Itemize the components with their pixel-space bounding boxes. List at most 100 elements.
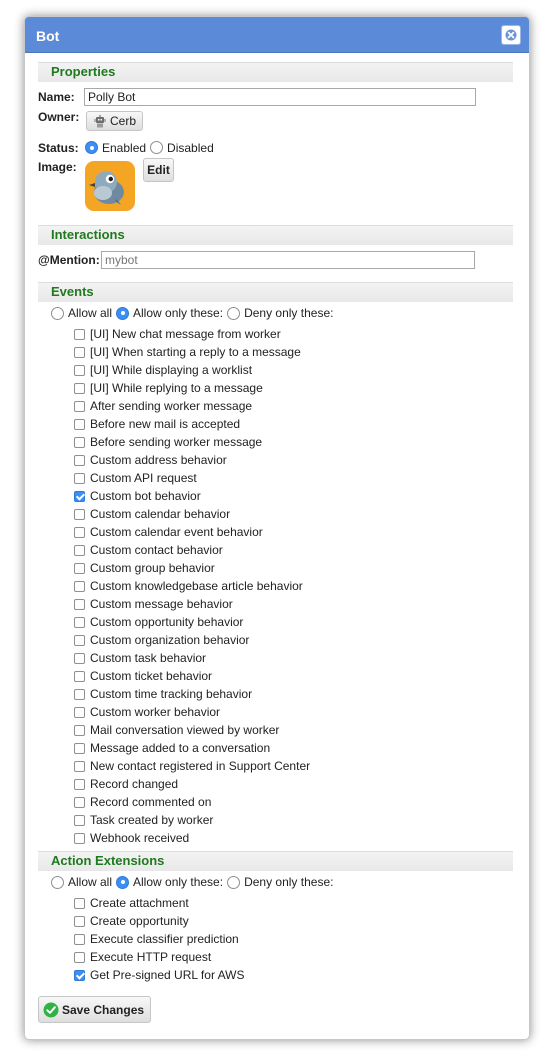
- event-checkbox[interactable]: [74, 652, 85, 664]
- event-checkbox[interactable]: [74, 346, 85, 358]
- interactions-header: Interactions: [38, 225, 513, 245]
- event-item[interactable]: Before sending worker message: [38, 433, 513, 451]
- event-checkbox[interactable]: [74, 760, 85, 772]
- event-item[interactable]: Custom worker behavior: [38, 703, 513, 721]
- event-item[interactable]: [UI] When starting a reply to a message: [38, 343, 513, 361]
- event-checkbox[interactable]: [74, 490, 85, 502]
- actions-deny-only-radio[interactable]: [227, 875, 241, 889]
- event-checkbox[interactable]: [74, 562, 85, 574]
- interactions-heading: Interactions: [51, 227, 125, 242]
- status-enabled-radio[interactable]: [85, 141, 98, 154]
- events-allow-all-radio[interactable]: [51, 306, 64, 320]
- event-item[interactable]: Custom calendar behavior: [38, 505, 513, 523]
- event-item[interactable]: Custom knowledgebase article behavior: [38, 577, 513, 595]
- event-checkbox[interactable]: [74, 526, 85, 538]
- event-checkbox[interactable]: [74, 454, 85, 466]
- event-item[interactable]: Custom address behavior: [38, 451, 513, 469]
- event-item[interactable]: [UI] While replying to a message: [38, 379, 513, 397]
- event-item[interactable]: Webhook received: [38, 829, 513, 847]
- event-item[interactable]: After sending worker message: [38, 397, 513, 415]
- action-checkbox[interactable]: [74, 969, 85, 981]
- event-checkbox[interactable]: [74, 634, 85, 646]
- event-checkbox[interactable]: [74, 598, 85, 610]
- event-checkbox[interactable]: [74, 328, 85, 340]
- image-edit-button[interactable]: Edit: [143, 158, 174, 182]
- actions-deny-only-label: Deny only these:: [244, 875, 334, 889]
- event-item-label: Custom contact behavior: [90, 543, 223, 557]
- event-checkbox[interactable]: [74, 580, 85, 592]
- status-disabled-label: Disabled: [167, 140, 214, 155]
- events-list: [UI] New chat message from worker [UI] Wh…: [38, 325, 513, 847]
- event-item[interactable]: Before new mail is accepted: [38, 415, 513, 433]
- event-item[interactable]: Custom ticket behavior: [38, 667, 513, 685]
- event-checkbox[interactable]: [74, 778, 85, 790]
- event-checkbox[interactable]: [74, 616, 85, 628]
- event-checkbox[interactable]: [74, 544, 85, 556]
- event-checkbox[interactable]: [74, 436, 85, 448]
- event-item[interactable]: [UI] While displaying a worklist: [38, 361, 513, 379]
- event-item-label: Custom address behavior: [90, 453, 227, 467]
- event-item[interactable]: [UI] New chat message from worker: [38, 325, 513, 343]
- event-item-label: Custom message behavior: [90, 597, 233, 611]
- event-item[interactable]: Record commented on: [38, 793, 513, 811]
- event-checkbox[interactable]: [74, 688, 85, 700]
- event-item[interactable]: Custom task behavior: [38, 649, 513, 667]
- event-item[interactable]: Custom message behavior: [38, 595, 513, 613]
- action-item[interactable]: Get Pre-signed URL for AWS: [38, 966, 513, 984]
- mention-input[interactable]: [101, 251, 475, 269]
- event-item[interactable]: Custom group behavior: [38, 559, 513, 577]
- event-checkbox[interactable]: [74, 382, 85, 394]
- actions-allow-only-radio[interactable]: [116, 875, 130, 889]
- events-deny-only-label: Deny only these:: [244, 306, 334, 320]
- event-item[interactable]: Custom organization behavior: [38, 631, 513, 649]
- owner-button[interactable]: Cerb: [86, 111, 144, 131]
- event-item[interactable]: New contact registered in Support Center: [38, 757, 513, 775]
- event-checkbox[interactable]: [74, 508, 85, 520]
- event-item[interactable]: Custom bot behavior: [38, 487, 513, 505]
- event-item[interactable]: Custom calendar event behavior: [38, 523, 513, 541]
- status-disabled-radio[interactable]: [150, 141, 164, 154]
- event-checkbox[interactable]: [74, 670, 85, 682]
- bird-avatar-icon: [89, 171, 124, 205]
- events-deny-only-radio[interactable]: [227, 306, 241, 320]
- action-item[interactable]: Execute HTTP request: [38, 948, 513, 966]
- event-checkbox[interactable]: [74, 706, 85, 718]
- event-checkbox[interactable]: [74, 724, 85, 736]
- event-item[interactable]: Custom API request: [38, 469, 513, 487]
- event-item-label: After sending worker message: [90, 399, 253, 413]
- event-item[interactable]: Custom contact behavior: [38, 541, 513, 559]
- event-checkbox[interactable]: [74, 742, 85, 754]
- event-checkbox[interactable]: [74, 472, 85, 484]
- event-item-label: Custom time tracking behavior: [90, 687, 253, 701]
- event-checkbox[interactable]: [74, 418, 85, 430]
- action-checkbox[interactable]: [74, 933, 85, 945]
- event-item-label: New contact registered in Support Center: [90, 759, 311, 773]
- event-item-label: [UI] While replying to a message: [90, 381, 263, 395]
- event-checkbox[interactable]: [74, 832, 85, 844]
- event-item[interactable]: Custom time tracking behavior: [38, 685, 513, 703]
- action-checkbox[interactable]: [74, 897, 85, 909]
- event-item[interactable]: Mail conversation viewed by worker: [38, 721, 513, 739]
- checkmark-circle-icon: [43, 1002, 59, 1017]
- action-item[interactable]: Create attachment: [38, 894, 513, 912]
- action-item[interactable]: Create opportunity: [38, 912, 513, 930]
- event-item[interactable]: Message added to a conversation: [38, 739, 513, 757]
- action-checkbox[interactable]: [74, 915, 85, 927]
- events-allow-only-radio[interactable]: [116, 306, 130, 320]
- event-checkbox[interactable]: [74, 400, 85, 412]
- event-checkbox[interactable]: [74, 814, 85, 826]
- event-item[interactable]: Record changed: [38, 775, 513, 793]
- action-item[interactable]: Execute classifier prediction: [38, 930, 513, 948]
- actions-allow-all-radio[interactable]: [51, 875, 64, 889]
- name-input[interactable]: [84, 88, 476, 106]
- events-header: Events: [38, 282, 513, 302]
- event-item[interactable]: Task created by worker: [38, 811, 513, 829]
- event-checkbox[interactable]: [74, 796, 85, 808]
- event-item-label: Record changed: [90, 777, 179, 791]
- save-changes-button[interactable]: Save Changes: [38, 996, 152, 1023]
- event-item[interactable]: Custom opportunity behavior: [38, 613, 513, 631]
- action-checkbox[interactable]: [74, 951, 85, 963]
- event-checkbox[interactable]: [74, 364, 85, 376]
- close-button[interactable]: [501, 25, 521, 45]
- event-item-label: Mail conversation viewed by worker: [90, 723, 280, 737]
